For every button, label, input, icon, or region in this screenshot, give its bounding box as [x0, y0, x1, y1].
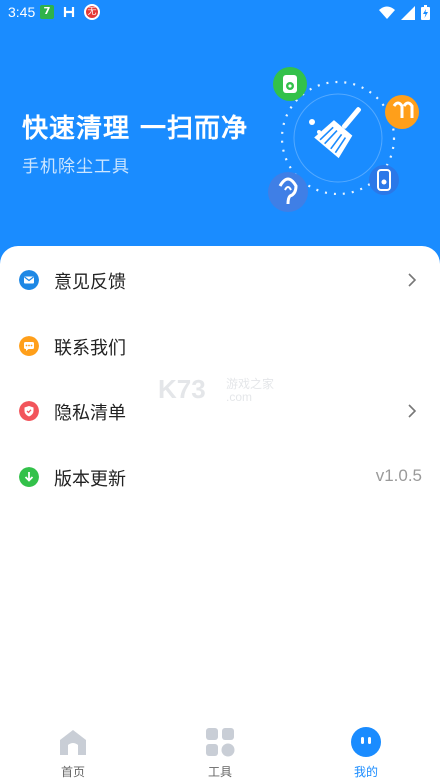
menu-item-contact[interactable]: 联系我们	[0, 326, 440, 366]
watermark-logo: K73	[158, 374, 206, 404]
profile-face-icon	[351, 727, 381, 757]
bottom-tab-bar: 首页 工具 我的	[0, 715, 440, 783]
watermark: K73 游戏之家 .com	[158, 374, 288, 408]
menu-item-feedback[interactable]: 意见反馈	[0, 260, 440, 300]
shield-icon	[19, 401, 39, 421]
download-icon	[19, 467, 39, 487]
no-signal-badge-icon: 无	[84, 4, 100, 20]
sync-icon	[62, 5, 76, 19]
tab-tools[interactable]: 工具	[180, 725, 260, 781]
tab-label: 首页	[60, 765, 85, 779]
menu-item-label: 版本更新	[54, 469, 126, 490]
notification-badge-icon: 7	[40, 5, 54, 19]
status-time: 3:45	[8, 4, 36, 20]
battery-icon	[421, 5, 430, 20]
cell-signal-icon	[401, 5, 415, 20]
menu-item-label: 意见反馈	[54, 272, 126, 293]
chat-icon	[19, 336, 39, 356]
hero-banner: 3:45 7 无 快速清理 一扫而净 手机除尘工具	[0, 0, 440, 270]
menu-item-label: 联系我们	[54, 338, 126, 359]
status-bar: 3:45 7 无	[0, 0, 440, 26]
tab-home[interactable]: 首页	[33, 725, 113, 781]
status-right	[379, 5, 430, 20]
grid-icon	[206, 728, 235, 757]
tab-profile[interactable]: 我的	[326, 725, 406, 781]
hero-title: 快速清理 一扫而净	[22, 114, 249, 144]
tab-label: 工具	[207, 765, 232, 779]
version-value: v1.0.5	[375, 466, 422, 485]
hero-subtitle: 手机除尘工具	[22, 157, 130, 177]
home-icon	[60, 730, 86, 755]
menu-card: 意见反馈 联系我们 隐私清单 版本更新 v1.0.5	[0, 246, 440, 716]
menu-item-label: 隐私清单	[54, 403, 126, 424]
tab-label: 我的	[353, 765, 378, 779]
chevron-right-icon	[408, 273, 417, 287]
menu-item-update[interactable]: 版本更新 v1.0.5	[0, 457, 440, 497]
watermark-domain: .com	[226, 390, 253, 404]
cleaning-illustration-icon	[268, 67, 419, 212]
chevron-right-icon	[408, 404, 417, 418]
wifi-icon	[379, 6, 395, 19]
mail-icon	[19, 270, 39, 290]
